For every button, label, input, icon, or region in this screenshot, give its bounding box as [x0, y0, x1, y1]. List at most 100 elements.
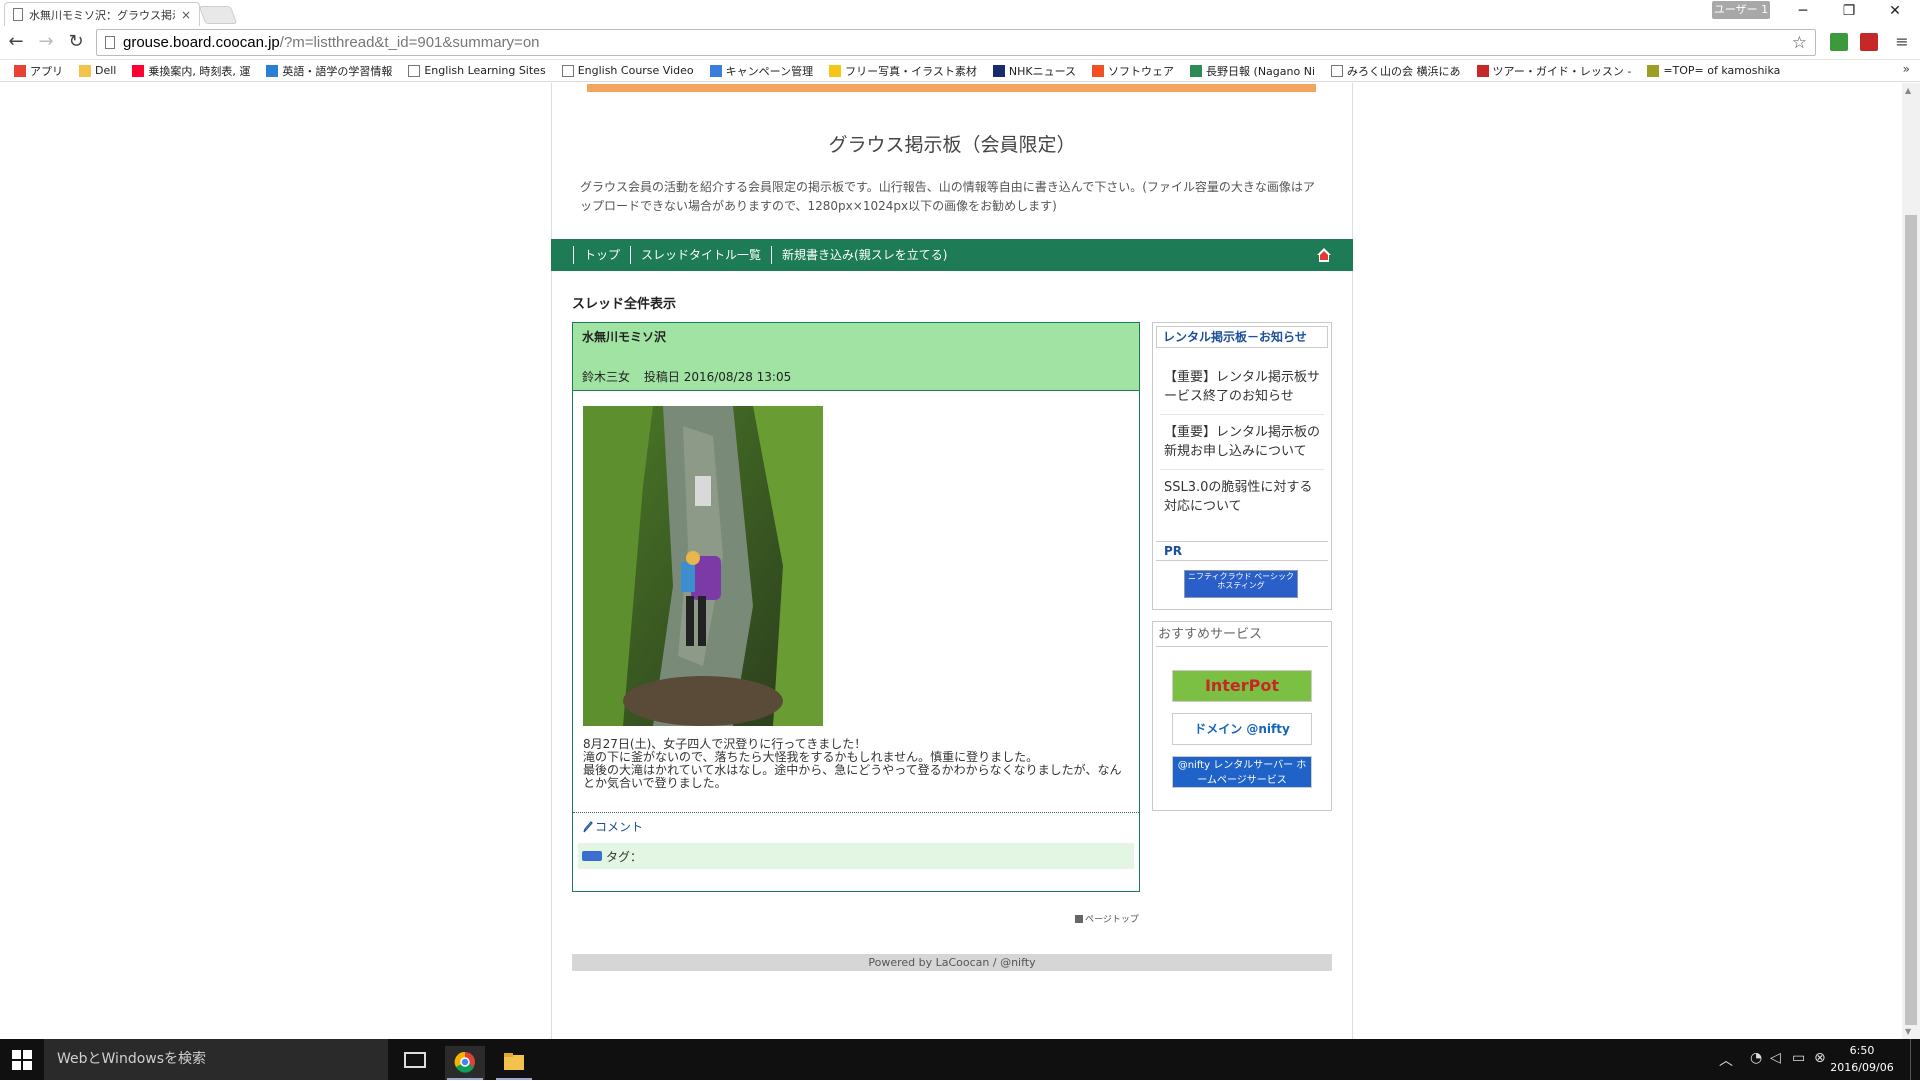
notifications-icon[interactable]: ▭: [1792, 1050, 1805, 1066]
comment-link[interactable]: コメント: [583, 818, 643, 835]
post-photo[interactable]: [583, 406, 823, 726]
nhk-icon: [992, 64, 1005, 77]
reload-button[interactable]: ↻: [64, 31, 88, 55]
bookmark-item[interactable]: NHKニュース: [985, 63, 1084, 79]
recommend-heading: おすすめサービス: [1156, 625, 1328, 647]
post-date: 2016/08/28 13:05: [683, 370, 792, 384]
bookmark-item[interactable]: ツアー・ガイド・レッスン -: [1469, 63, 1640, 79]
notice-heading[interactable]: レンタル掲示板－お知らせ: [1156, 326, 1328, 348]
browser-tab[interactable]: 水無川モミソ沢：グラウス掲示 ×: [4, 2, 200, 26]
section-heading: スレッド全件表示: [572, 297, 677, 312]
bookmark-item[interactable]: みろく山の会 横浜にあ: [1323, 63, 1469, 79]
header-accent-bar: [587, 84, 1316, 92]
ime-icon[interactable]: ⊗: [1814, 1050, 1826, 1066]
notice-divider: [1160, 469, 1324, 470]
taskbar-search-box[interactable]: WebとWindowsを検索: [44, 1039, 388, 1080]
post-date-label: 投稿日: [643, 370, 680, 384]
comment-link-label: コメント: [595, 820, 644, 834]
bookmark-item[interactable]: 乗換案内, 時刻表, 運: [124, 63, 258, 79]
interpot-banner[interactable]: InterPot: [1172, 670, 1312, 702]
restore-button[interactable]: ❐: [1826, 0, 1872, 24]
notice-item[interactable]: 【重要】レンタル掲示板の新規お申し込みについて: [1164, 423, 1320, 461]
folder-icon: [79, 64, 91, 77]
close-window-button[interactable]: ✕: [1872, 0, 1918, 24]
site-icon: [1476, 64, 1489, 77]
user-profile-badge[interactable]: ユーザー 1: [1712, 1, 1770, 19]
pencil-icon: [583, 820, 593, 832]
bookmark-item[interactable]: 英語・語学の学習情報: [258, 63, 400, 79]
file-explorer-taskbar-icon[interactable]: [494, 1046, 534, 1080]
chrome-logo-icon: [454, 1051, 475, 1073]
bookmark-item[interactable]: アプリ: [6, 63, 71, 79]
notice-item[interactable]: 【重要】レンタル掲示板サービス終了のお知らせ: [1164, 368, 1320, 406]
url-domain: grouse.board.coocan.jp: [123, 34, 280, 51]
notice-item[interactable]: SSL3.0の脆弱性に対する対応について: [1164, 478, 1320, 516]
nav-top-link[interactable]: トップ: [573, 246, 630, 264]
scroll-up-icon[interactable]: ▲: [1905, 86, 1911, 95]
domain-banner[interactable]: ドメイン @nifty: [1172, 713, 1312, 745]
chrome-menu-icon[interactable]: ≡: [1890, 31, 1914, 55]
bookmark-item[interactable]: =TOP= of kamoshika: [1639, 64, 1788, 77]
chrome-taskbar-icon[interactable]: [445, 1046, 485, 1080]
apps-icon: [14, 64, 26, 77]
windows-start-icon[interactable]: [12, 1050, 32, 1070]
post-body: 8月27日(土)、女子四人で沢登りに行ってきました！ 滝の下に釜がないので、落ち…: [583, 738, 1123, 790]
site-icon: [266, 64, 279, 77]
post-author: 鈴木三女: [582, 370, 631, 384]
page-top-link[interactable]: ページトップ: [1075, 912, 1139, 925]
show-desktop-button[interactable]: [1910, 1039, 1920, 1080]
tag-row: タグ：: [578, 843, 1134, 869]
bookmarks-bar: アプリ Dell 乗換案内, 時刻表, 運 英語・語学の学習情報 English Lea…: [0, 60, 1920, 82]
post-body-line: 最後の大滝はかれていて水はなし。途中から、急にどうやって登るかわからなくなりまし…: [583, 763, 1122, 790]
clock-date: 2016/09/06: [1830, 1061, 1894, 1074]
post-title: 水無川モミソ沢: [582, 330, 667, 344]
post-meta: 鈴木三女 投稿日 2016/08/28 13:05: [582, 368, 791, 385]
forward-button[interactable]: →: [34, 31, 58, 55]
bookmark-item[interactable]: English Learning Sites: [400, 64, 553, 77]
scrollbar-thumb[interactable]: [1905, 215, 1917, 1025]
footer: Powered by LaCoocan / @nifty: [572, 954, 1332, 971]
bookmark-item[interactable]: フリー写真・イラスト素材: [821, 63, 985, 79]
address-bar[interactable]: grouse.board.coocan.jp /?m=listthread&t_…: [96, 29, 1816, 56]
home-icon[interactable]: [1316, 247, 1332, 263]
bookmark-label: English Course Video: [577, 64, 694, 77]
bookmark-item[interactable]: Dell: [71, 64, 124, 77]
bookmarks-overflow-icon[interactable]: »: [1903, 62, 1910, 76]
site-icon: [1647, 64, 1660, 77]
notice-divider: [1160, 414, 1324, 415]
new-tab-button[interactable]: [198, 6, 238, 24]
scroll-down-icon[interactable]: ▼: [1905, 1027, 1911, 1036]
site-icon: [829, 64, 842, 77]
bookmark-label: ツアー・ガイド・レッスン -: [1492, 64, 1632, 78]
homepage-service-banner[interactable]: @nifty レンタルサーバー ホームページサービス: [1172, 756, 1312, 788]
yahoo-icon: [132, 64, 145, 77]
page-icon: [408, 64, 421, 77]
bookmark-label: 英語・語学の学習情報: [282, 64, 393, 78]
acrobat-icon[interactable]: [1860, 33, 1878, 51]
tab-title: 水無川モミソ沢：グラウス掲示: [29, 8, 175, 22]
bookmark-item[interactable]: English Course Video: [554, 64, 702, 77]
bookmark-label: ソフトウェア: [1108, 64, 1175, 78]
minimize-button[interactable]: ─: [1780, 0, 1826, 24]
back-button[interactable]: ←: [4, 31, 28, 55]
taskbar-clock[interactable]: 6:50 2016/09/06: [1830, 1042, 1894, 1076]
pr-banner[interactable]: ニフティクラウド ベーシックホスティング: [1184, 570, 1298, 598]
bookmark-star-icon[interactable]: ☆: [1792, 33, 1807, 53]
task-view-icon[interactable]: [404, 1052, 426, 1068]
nav-new-post-link[interactable]: 新規書き込み(親スレを立てる): [771, 246, 957, 264]
page-info-icon[interactable]: [105, 36, 115, 49]
page-top-label: ページトップ: [1085, 915, 1139, 925]
extension-icon[interactable]: [1830, 33, 1848, 51]
bookmark-label: アプリ: [30, 64, 63, 78]
volume-icon[interactable]: ◁: [1770, 1050, 1781, 1066]
nav-thread-list-link[interactable]: スレッドタイトル一覧: [630, 246, 771, 264]
bookmark-item[interactable]: キャンペーン管理: [702, 63, 821, 79]
tab-close-icon[interactable]: ×: [181, 8, 191, 22]
post-divider: [573, 812, 1139, 813]
bookmark-item[interactable]: ソフトウェア: [1084, 63, 1182, 79]
network-icon[interactable]: ◔: [1750, 1050, 1762, 1066]
bookmark-label: キャンペーン管理: [725, 64, 814, 78]
main-nav: トップ スレッドタイトル一覧 新規書き込み(親スレを立てる): [551, 239, 1353, 271]
bookmark-item[interactable]: 長野日報 (Nagano Ni: [1182, 63, 1323, 79]
tray-chevron-icon[interactable]: ︿: [1719, 1050, 1733, 1070]
